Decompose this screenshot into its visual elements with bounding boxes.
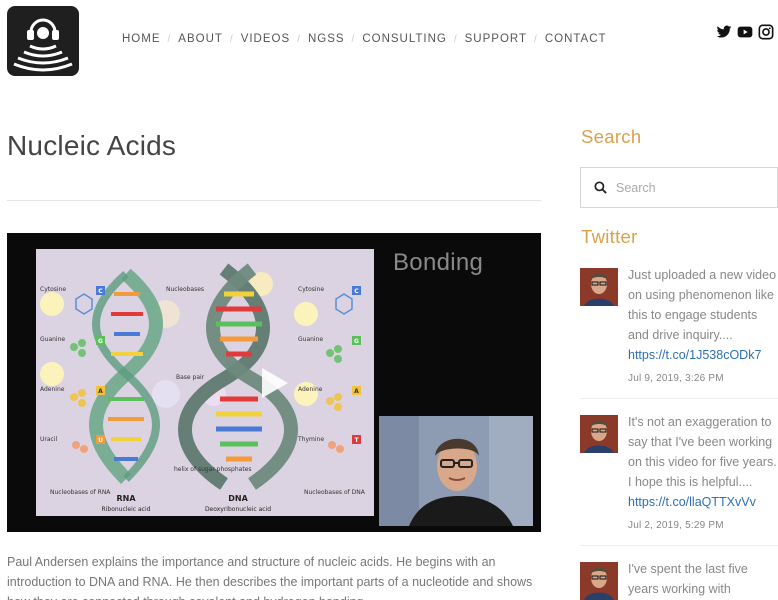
main-nav: HOME / ABOUT / VIDEOS / NGSS / CONSULTIN… [122, 33, 607, 45]
slide-tag-g: G [354, 338, 359, 345]
tweet-link[interactable]: https://t.co/1J538cODk7 [628, 345, 778, 365]
avatar[interactable] [580, 268, 618, 306]
play-icon[interactable] [260, 366, 290, 400]
avatar[interactable] [580, 562, 618, 600]
slide-label-dna-full: Deoxyribonucleic acid [205, 506, 271, 513]
slide-label-guanine: Guanine [298, 336, 323, 343]
slide-label-cytosine: Cytosine [40, 286, 66, 293]
nav-consulting[interactable]: CONSULTING [362, 33, 447, 45]
nav-separator: / [534, 33, 538, 45]
site-logo[interactable] [7, 6, 79, 76]
instagram-icon[interactable] [758, 24, 774, 40]
slide-tag-c: C [354, 288, 359, 295]
slide-label-guanine: Guanine [40, 336, 65, 343]
nav-separator: / [229, 33, 234, 45]
tweet-text: Just uploaded a new video on using pheno… [628, 268, 777, 342]
slide-label-uracil: Uracil [40, 436, 58, 443]
presenter-video-inset [379, 416, 533, 526]
slide-label-thymine: Thymine [297, 436, 324, 443]
tweet-divider [580, 398, 778, 399]
nav-separator: / [351, 33, 356, 45]
slide-tag-u: U [98, 437, 103, 444]
nav-home[interactable]: HOME [122, 33, 161, 45]
tweet-text: It's not an exaggeration to say that I'v… [628, 415, 777, 489]
slide-label-nucleobases-dna: Nucleobases of DNA [304, 489, 366, 496]
nav-separator: / [297, 33, 301, 45]
slide-label-base-pair: Base pair [176, 374, 205, 381]
slide-label-nucleobases: Nucleobases [166, 286, 204, 293]
slide-label-nucleobases-rna: Nucleobases of RNA [50, 489, 111, 496]
tweet-link[interactable]: https://t.co/llaQTTXvVv [628, 492, 778, 512]
tweet-date[interactable]: Jul 2, 2019, 5:29 PM [628, 516, 778, 536]
tweet-date[interactable]: Jul 9, 2019, 3:26 PM [628, 369, 778, 389]
nav-support[interactable]: SUPPORT [465, 33, 527, 45]
headphones-waves-logo-icon [13, 18, 73, 72]
slide-label-adenine: Adenine [40, 386, 65, 393]
nav-about[interactable]: ABOUT [178, 33, 223, 45]
page-title: Nucleic Acids [7, 130, 177, 161]
search-icon [594, 181, 607, 194]
slide-label-adenine: Adenine [298, 386, 323, 393]
search-box[interactable] [580, 167, 778, 208]
slide-label-rna: RNA [116, 494, 136, 503]
search-heading: Search [581, 126, 642, 147]
nav-ngss[interactable]: NGSS [308, 33, 345, 45]
twitter-heading: Twitter [581, 226, 638, 247]
video-player[interactable]: C G A U C G A T Cytosine Cytosine Nucleo… [7, 233, 541, 532]
twitter-icon[interactable] [716, 24, 732, 40]
nav-contact[interactable]: CONTACT [545, 33, 607, 45]
slide-label-helix: helix of sugar-phosphates [174, 466, 252, 473]
slide-label-dna: DNA [228, 494, 248, 503]
slide-tag-c: C [98, 288, 103, 295]
tweet-text: I've spent the last five years working w… [628, 562, 748, 596]
nav-videos[interactable]: VIDEOS [241, 33, 290, 45]
video-slide-heading: Bonding [393, 249, 484, 276]
search-input[interactable] [616, 180, 766, 195]
video-summary: Paul Andersen explains the importance an… [7, 555, 533, 600]
tweet-divider [580, 545, 778, 546]
youtube-icon[interactable] [737, 24, 753, 40]
avatar[interactable] [580, 415, 618, 453]
slide-label-cytosine: Cytosine [298, 286, 324, 293]
video-slide: C G A U C G A T Cytosine Cytosine Nucleo… [36, 249, 374, 516]
nav-separator: / [453, 33, 458, 45]
slide-label-rna-full: Ribonucleic acid [102, 506, 151, 513]
title-divider [7, 200, 541, 201]
social-links [716, 24, 774, 40]
slide-tag-a: A [98, 388, 103, 395]
nav-separator: / [167, 33, 172, 45]
slide-tag-a: A [354, 388, 359, 395]
slide-tag-g: G [98, 338, 103, 345]
